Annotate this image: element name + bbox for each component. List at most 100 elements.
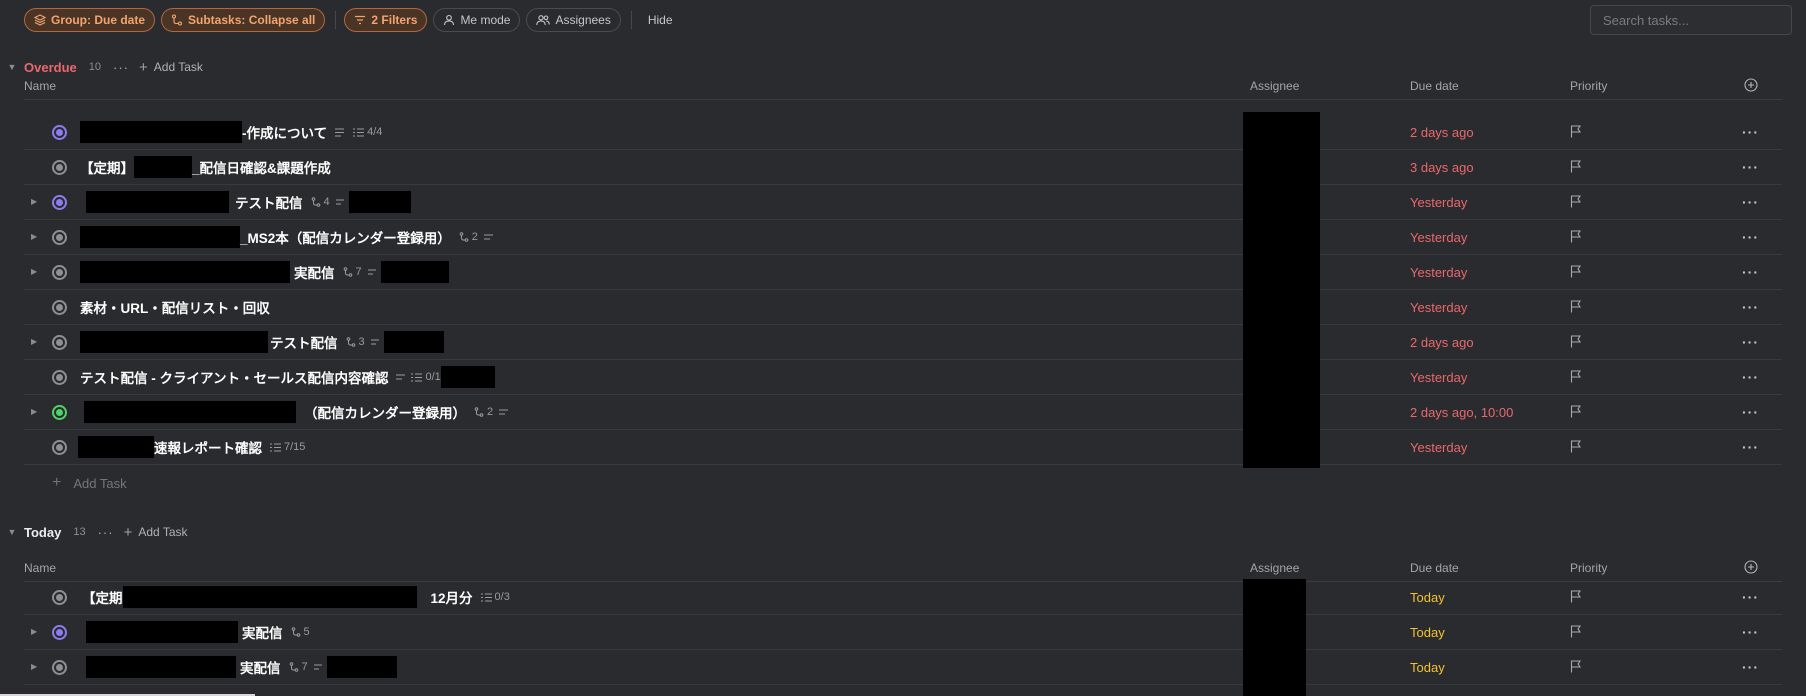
me-mode-button[interactable]: Me mode	[433, 8, 521, 32]
column-assignee[interactable]: Assignee	[1250, 561, 1299, 575]
more-icon[interactable]: ···	[1742, 159, 1759, 175]
more-icon[interactable]: ···	[1742, 624, 1759, 640]
task-name[interactable]: 【定期】 _配信日確認&課題作成	[80, 150, 331, 184]
task-name[interactable]: テスト配信 - クライアント・セールス配信内容確認 0/1	[80, 360, 495, 394]
flag-icon[interactable]	[1570, 335, 1582, 348]
flag-icon[interactable]	[1570, 300, 1582, 313]
more-icon[interactable]: ···	[1742, 124, 1759, 140]
table-row[interactable]: -作成について 4/4 2 days ago ···	[24, 115, 1782, 150]
due-date[interactable]: 3 days ago	[1410, 160, 1474, 175]
due-date[interactable]: Yesterday	[1410, 265, 1467, 280]
column-name[interactable]: Name	[24, 561, 56, 575]
table-row[interactable]: 素材・URL・配信リスト・回収 Yesterday ···	[24, 290, 1782, 325]
caret-right-icon[interactable]: ▶	[31, 232, 37, 241]
more-icon[interactable]: ···	[1742, 299, 1759, 315]
caret-down-icon[interactable]: ▼	[0, 62, 24, 72]
caret-right-icon[interactable]: ▶	[31, 267, 37, 276]
status-circle-icon[interactable]	[52, 625, 67, 640]
assignees-button[interactable]: Assignees	[526, 8, 621, 32]
search-input[interactable]	[1590, 5, 1792, 35]
status-circle-icon[interactable]	[52, 160, 67, 175]
column-priority[interactable]: Priority	[1570, 79, 1607, 93]
table-row[interactable]: ▶ テスト配信 3 2 days ago ···	[24, 325, 1782, 360]
flag-icon[interactable]	[1570, 125, 1582, 138]
table-row[interactable]: 速報レポート確認 7/15 Yesterday ···	[24, 430, 1782, 465]
due-date[interactable]: Yesterday	[1410, 195, 1467, 210]
add-column-icon[interactable]	[1744, 78, 1758, 92]
table-row[interactable]: ▶ _MS2本（配信カレンダー登録用） 2 Yesterday ···	[24, 220, 1782, 255]
caret-right-icon[interactable]: ▶	[31, 627, 37, 636]
subtasks-toggle-button[interactable]: Subtasks: Collapse all	[161, 8, 326, 32]
due-date[interactable]: Yesterday	[1410, 440, 1467, 455]
add-column-icon[interactable]	[1744, 560, 1758, 574]
flag-icon[interactable]	[1570, 590, 1582, 603]
more-icon[interactable]: ···	[1742, 439, 1759, 455]
column-name[interactable]: Name	[24, 79, 56, 93]
column-assignee[interactable]: Assignee	[1250, 79, 1299, 93]
due-date[interactable]: Today	[1410, 590, 1445, 605]
due-date[interactable]: 2 days ago	[1410, 125, 1474, 140]
column-due-date[interactable]: Due date	[1410, 79, 1459, 93]
due-date[interactable]: Yesterday	[1410, 300, 1467, 315]
caret-right-icon[interactable]: ▶	[31, 407, 37, 416]
due-date[interactable]: 2 days ago, 10:00	[1410, 405, 1513, 420]
caret-right-icon[interactable]: ▶	[31, 337, 37, 346]
task-name[interactable]: 実配信 7	[80, 255, 449, 289]
due-date[interactable]: 2 days ago	[1410, 335, 1474, 350]
group-title[interactable]: Today	[24, 525, 61, 540]
more-icon[interactable]: ···	[1742, 334, 1759, 350]
more-icon[interactable]: ···	[1742, 404, 1759, 420]
caret-right-icon[interactable]: ▶	[31, 662, 37, 671]
status-circle-icon[interactable]	[52, 440, 67, 455]
table-row[interactable]: テスト配信 - クライアント・セールス配信内容確認 0/1 Yesterday …	[24, 360, 1782, 395]
caret-right-icon[interactable]: ▶	[31, 197, 37, 206]
task-name[interactable]: 実配信 7	[80, 650, 397, 684]
column-due-date[interactable]: Due date	[1410, 561, 1459, 575]
status-circle-icon[interactable]	[52, 370, 67, 385]
more-icon[interactable]: ···	[1742, 659, 1759, 675]
add-task-button[interactable]: + Add Task	[124, 524, 188, 541]
status-circle-icon[interactable]	[52, 300, 67, 315]
status-circle-icon[interactable]	[52, 265, 67, 280]
flag-icon[interactable]	[1570, 405, 1582, 418]
status-circle-icon[interactable]	[52, 195, 67, 210]
flag-icon[interactable]	[1570, 230, 1582, 243]
task-name[interactable]: （配信カレンダー登録用） 2	[80, 395, 511, 429]
task-name[interactable]: 【定期 12月分 0/3	[82, 580, 510, 614]
status-circle-icon[interactable]	[52, 230, 67, 245]
task-name[interactable]: 素材・URL・配信リスト・回収	[80, 290, 270, 324]
status-circle-icon[interactable]	[52, 335, 67, 350]
table-row[interactable]: 【定期】 _配信日確認&課題作成 3 days ago ···	[24, 150, 1782, 185]
flag-icon[interactable]	[1570, 660, 1582, 673]
more-icon[interactable]: ···	[1742, 369, 1759, 385]
task-name[interactable]: 速報レポート確認 7/15	[78, 430, 305, 464]
group-by-button[interactable]: Group: Due date	[24, 8, 156, 32]
flag-icon[interactable]	[1570, 440, 1582, 453]
filters-button[interactable]: 2 Filters	[344, 8, 428, 32]
more-icon[interactable]: ···	[1742, 264, 1759, 280]
status-circle-icon[interactable]	[52, 125, 67, 140]
status-circle-icon[interactable]	[52, 590, 67, 605]
flag-icon[interactable]	[1570, 195, 1582, 208]
flag-icon[interactable]	[1570, 370, 1582, 383]
hide-button[interactable]: Hide	[648, 13, 673, 27]
caret-down-icon[interactable]: ▼	[0, 527, 24, 537]
flag-icon[interactable]	[1570, 265, 1582, 278]
column-priority[interactable]: Priority	[1570, 561, 1607, 575]
flag-icon[interactable]	[1570, 160, 1582, 173]
table-row[interactable]: ▶ 実配信 7 Yesterday ···	[24, 255, 1782, 290]
more-icon[interactable]: ···	[1742, 194, 1759, 210]
due-date[interactable]: Today	[1410, 625, 1445, 640]
due-date[interactable]: Today	[1410, 660, 1445, 675]
table-row[interactable]: ▶ 実配信 5 Today ···	[24, 615, 1782, 650]
table-row[interactable]: ▶ （配信カレンダー登録用） 2 2 days ago, 10:00 ···	[24, 395, 1782, 430]
more-icon[interactable]: ···	[98, 525, 114, 540]
status-circle-icon[interactable]	[52, 405, 67, 420]
task-name[interactable]: _MS2本（配信カレンダー登録用） 2	[80, 220, 496, 254]
due-date[interactable]: Yesterday	[1410, 370, 1467, 385]
task-name[interactable]: 実配信 5	[80, 615, 310, 649]
more-icon[interactable]: ···	[1742, 589, 1759, 605]
status-circle-icon[interactable]	[52, 660, 67, 675]
task-name[interactable]: テスト配信 3	[80, 325, 444, 359]
due-date[interactable]: Yesterday	[1410, 230, 1467, 245]
